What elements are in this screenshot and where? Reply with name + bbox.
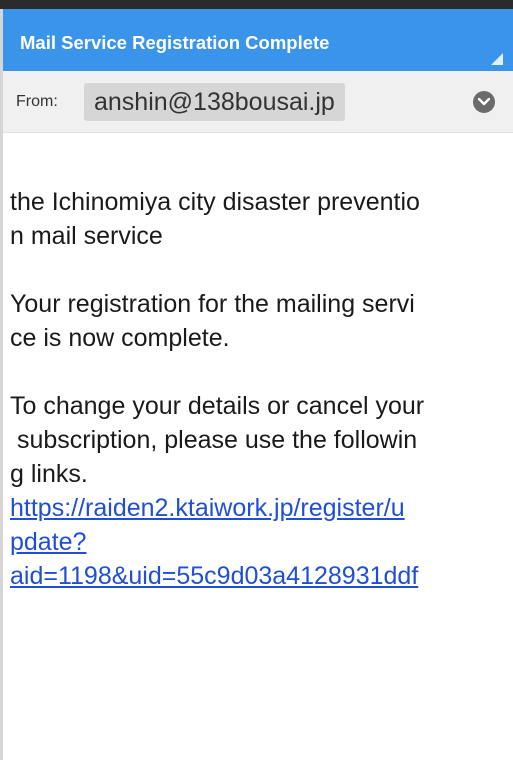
corner-triangle-icon (491, 53, 503, 65)
expand-details-button[interactable] (473, 91, 495, 113)
message-line: Your registration for the mailing servi (10, 290, 415, 318)
from-label: From: (16, 93, 58, 110)
manage-subscription-link[interactable]: pdate? (10, 528, 86, 556)
message-line: subscription, please use the followin (10, 426, 418, 454)
message-line: To change your details or cancel your (10, 392, 425, 420)
chevron-down-icon (478, 98, 490, 106)
title-bar: Mail Service Registration Complete (3, 9, 513, 71)
message-body: the Ichinomiya city disaster preventio n… (10, 185, 513, 593)
from-row: From: anshin@138bousai.jp (3, 71, 513, 133)
manage-subscription-link[interactable]: https://raiden2.ktaiwork.jp/register/u (10, 494, 405, 522)
sender-address-chip[interactable]: anshin@138bousai.jp (84, 83, 345, 121)
status-bar-edge (0, 0, 513, 9)
manage-subscription-link[interactable]: aid=1198&uid=55c9d03a4128931ddf (10, 562, 418, 590)
message-line: ce is now complete. (10, 324, 230, 352)
message-line: n mail service (10, 222, 163, 250)
message-line: the Ichinomiya city disaster preventio (10, 188, 420, 216)
page-title: Mail Service Registration Complete (20, 32, 330, 53)
message-line: g links. (10, 460, 88, 488)
